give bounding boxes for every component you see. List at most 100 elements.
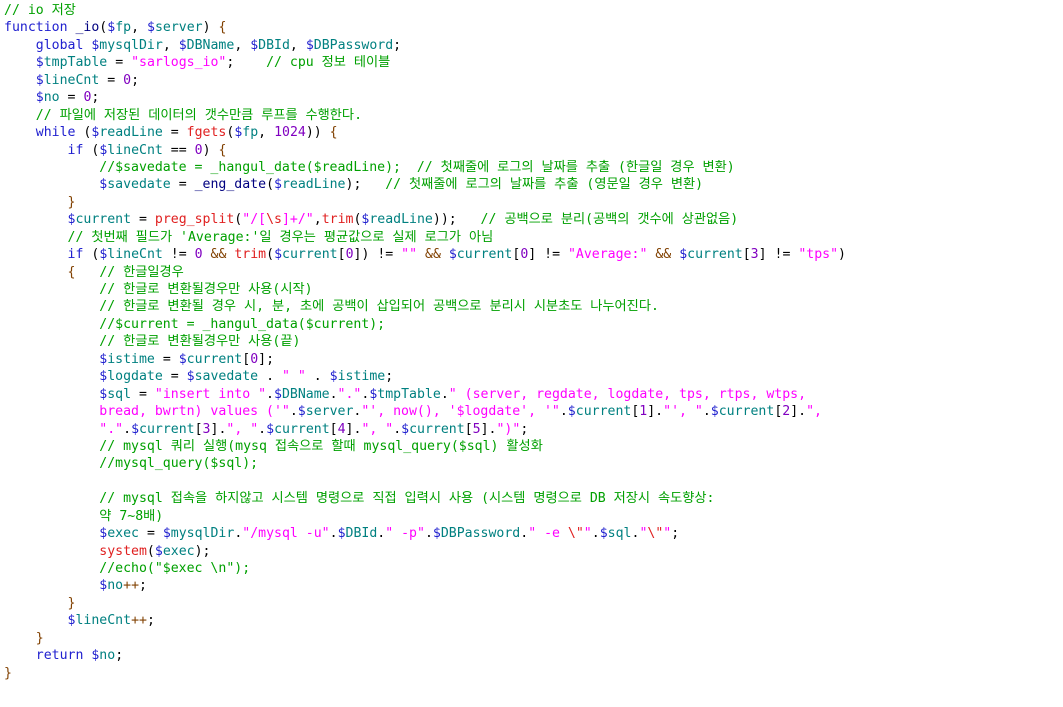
code-token-str: "tps" [798,247,839,263]
code-token-sig: $ [266,421,275,437]
code-token-cm: //mysql_query($sql); [99,456,259,472]
code-line: //$savedate = _hangul_date($readLine); /… [4,159,1063,176]
code-token-str: " " [281,369,306,385]
code-token-pl: . [258,369,282,385]
code-token-pl: , [131,20,147,36]
code-token-sig: $ [35,72,44,88]
code-token-var: current [75,212,132,228]
code-token-pl: ( [266,247,275,263]
code-token-kw: if [67,247,92,263]
code-token-sig: $ [178,351,187,367]
code-token-pl: [ [194,421,203,437]
code-token-var: no [43,90,60,106]
code-token-num: 5 [472,421,481,437]
code-token-cm: //echo("$exec \n"); [99,561,251,576]
code-token-sig: $ [401,421,410,437]
code-token-sig: $ [35,90,44,106]
code-token-pl: ]. [790,404,807,420]
code-token-num: 0 [250,351,259,367]
code-token-var: current [687,247,743,263]
code-line: global $mysqlDir, $DBName, $DBId, $DBPas… [4,37,1063,54]
code-token-sig: $ [274,386,282,402]
code-token-num: 0 [194,247,203,263]
code-token-pl: ] != [528,247,568,263]
code-token-var: sql [607,526,632,542]
code-token-pl: . [329,386,338,402]
code-token-cm: //$savedate = _hangul_date($readLine); /… [99,159,735,175]
code-token-sig: $ [154,543,163,559]
code-token-var: lineCnt [43,72,100,88]
code-token-pl: ]) != [353,247,402,263]
code-token-var: lineCnt [107,247,163,263]
code-token-var: current [274,421,330,437]
code-token-var: no [99,648,116,664]
code-token-str: "sarlogs_io" [131,55,227,71]
code-token-pl: == [162,142,195,158]
code-token-var: DBPassword [313,37,394,53]
code-token-pl: ] != [758,247,799,263]
code-token-pl: ]. [345,421,362,437]
code-token-var: current [282,247,338,263]
code-token-fnd: _eng_date [194,177,267,193]
code-token-var: DBPassword [440,526,521,542]
code-token-var: current [409,421,465,437]
code-token-pl: = [139,526,163,542]
code-token-pl: . [329,526,338,542]
code-token-var: istime [337,369,386,385]
code-token-pl: ]. [480,421,497,437]
code-token-var: no [107,578,124,594]
code-token-cm: // 한글로 변환될경우만 사용(시작) [99,282,313,297]
code-token-pl: [ [329,421,338,437]
code-token-var: server [305,404,354,420]
code-token-pl: , [289,37,306,53]
code-token-sig: $ [131,421,140,437]
code-token-op: ++ [131,613,147,629]
code-line: // 한글로 변환될경우만 사용(끝) [4,333,1063,350]
code-token-sig: $ [178,37,187,53]
code-token-cm: // 파일에 저장된 데이터의 갯수만큼 루프를 수행한다. [35,107,363,123]
code-token-str: ")" [496,421,521,437]
code-token-pl: = [162,369,187,385]
code-token-fnd: _io [75,20,100,36]
code-token-sig: $ [599,526,608,542]
code-token-cm: // mysql 쿼리 실행(mysq 접속으로 할때 mysql_query(… [99,438,543,454]
code-token-sig: $ [107,20,116,36]
code-line: $logdate = $savedate . " " . $istime; [4,368,1063,385]
code-token-cm: // 한글일경우 [99,264,184,280]
code-token-pl: . [424,526,433,542]
code-line: while ($readLine = fgets($fp, 1024)) { [4,124,1063,141]
code-token-var: savedate [107,177,171,193]
code-token-str: bread, bwrtn) values ('" [99,404,290,420]
code-line: } [4,194,1063,211]
code-token-pl: )); [432,212,457,228]
code-token-pl: = [170,177,195,193]
code-token-sig: $ [567,404,576,420]
code-line: $lineCnt++; [4,612,1063,629]
code-token-var: current [186,351,243,367]
code-line: system($exec); [4,543,1063,560]
code-token-cm: // 공백으로 분리(공백의 갯수에 상관없음) [480,212,739,228]
code-token-sig: $ [337,526,346,542]
code-line: $no = 0; [4,89,1063,106]
code-line: $current = preg_split("/[\s]+/",trim($re… [4,211,1063,228]
code-token-pl: . [702,404,711,420]
code-token-var: fp [242,125,259,141]
code-token-pl: ); [194,543,211,559]
code-token-var: server [154,20,203,36]
